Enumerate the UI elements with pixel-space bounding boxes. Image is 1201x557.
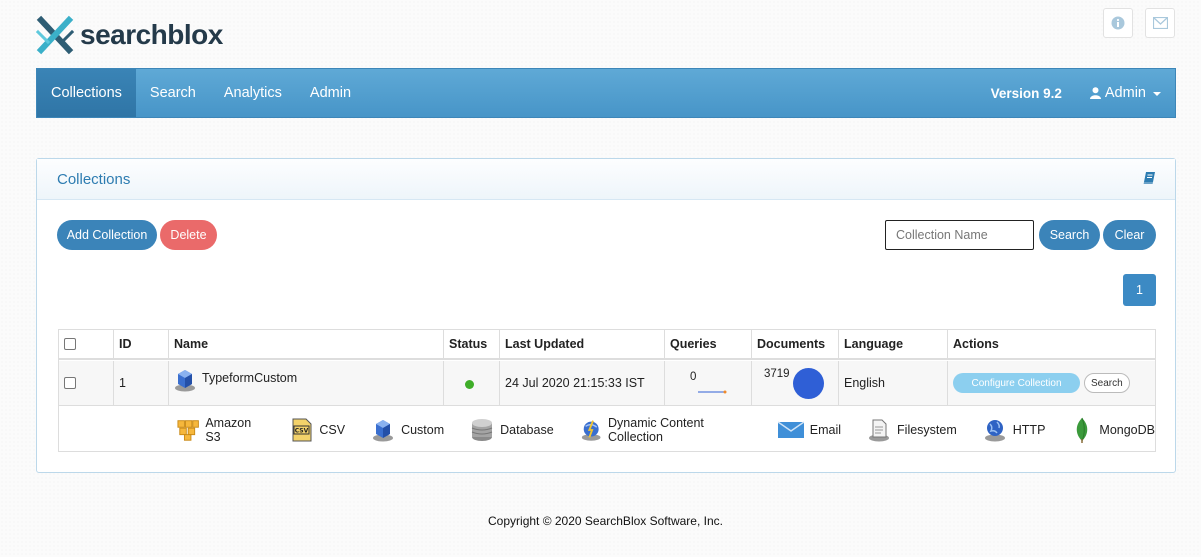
email-icon — [777, 420, 804, 438]
documents-pie — [792, 368, 824, 399]
col-language-header: Language — [839, 330, 948, 358]
col-last-updated-header: Last Updated — [500, 330, 665, 358]
filesystem-icon — [869, 419, 890, 441]
table-header-row: ID Name Status Last Updated Queries Docu… — [59, 330, 1155, 360]
svg-text:CSV: CSV — [295, 427, 309, 434]
row-search-button[interactable]: Search — [1084, 373, 1130, 393]
legend-item: MongoDB — [1071, 417, 1155, 443]
status-active-indicator — [465, 380, 474, 389]
col-id-header: ID — [114, 330, 169, 358]
book-icon[interactable] — [1143, 171, 1155, 187]
legend-label: Email — [809, 422, 842, 437]
clear-button[interactable]: Clear — [1103, 220, 1156, 250]
legend-label: MongoDB — [1099, 422, 1155, 437]
custom-icon — [373, 419, 394, 441]
legend-label: CSV — [319, 422, 346, 437]
legend-label: HTTP — [1012, 422, 1046, 437]
collections-panel: Collections Add Collection Delete Search… — [36, 158, 1176, 473]
search-button[interactable]: Search — [1039, 220, 1100, 250]
col-name-header: Name — [169, 330, 444, 358]
col-queries-header: Queries — [665, 330, 752, 358]
nav-analytics[interactable]: Analytics — [210, 69, 296, 117]
legend-label: Dynamic Content Collection — [608, 415, 704, 444]
mail-button[interactable] — [1145, 8, 1175, 38]
legend-item: Dynamic Content Collection — [580, 416, 752, 444]
select-all-cell — [59, 330, 114, 358]
main-navbar: Collections Search Analytics Admin Versi… — [36, 68, 1176, 118]
amazon-s3-icon — [177, 419, 199, 441]
panel-title: Collections — [57, 170, 131, 188]
nav-admin[interactable]: Admin — [296, 69, 365, 117]
col-status-header: Status — [444, 330, 500, 358]
row-queries: 0 — [690, 371, 697, 383]
mongodb-icon — [1077, 417, 1088, 443]
custom-collection-icon — [175, 370, 195, 392]
legend-label: Filesystem — [897, 422, 957, 437]
legend-item: HTTP — [983, 418, 1046, 442]
table-row: 1 TypeformCustom 24 Jul 2020 21:15:33 IS… — [59, 361, 1155, 406]
delete-button[interactable]: Delete — [160, 220, 217, 250]
add-collection-button[interactable]: Add Collection — [57, 220, 157, 250]
row-id: 1 — [114, 361, 169, 405]
row-last-updated: 24 Jul 2020 21:15:33 IST — [500, 361, 665, 405]
pagination-page-1[interactable]: 1 — [1123, 274, 1156, 306]
nav-collections[interactable]: Collections — [37, 69, 136, 117]
user-icon — [1089, 87, 1101, 99]
footer-copyright: Copyright © 2020 SearchBlox Software, In… — [488, 514, 723, 528]
dynamic-content-icon — [581, 419, 601, 441]
legend-label: Database — [500, 422, 554, 437]
legend-item: Custom — [371, 418, 444, 442]
collection-name-input[interactable] — [885, 220, 1034, 250]
row-language: English — [839, 361, 948, 405]
panel-header: Collections — [37, 159, 1175, 200]
database-icon — [471, 418, 493, 441]
legend-label: Custom — [401, 422, 445, 437]
legend-item: CSV CSV — [291, 418, 345, 442]
row-documents: 3719 — [764, 368, 790, 380]
col-actions-header: Actions — [953, 337, 999, 351]
logo[interactable]: searchblox — [36, 14, 223, 56]
user-name: Admin — [1104, 85, 1146, 101]
brand-name: searchblox — [80, 19, 223, 50]
select-all-checkbox[interactable] — [64, 338, 76, 350]
legend-item: Database — [470, 418, 554, 442]
nav-search[interactable]: Search — [136, 69, 210, 117]
http-icon — [984, 419, 1005, 441]
info-button[interactable] — [1103, 8, 1133, 38]
row-checkbox[interactable] — [64, 377, 76, 389]
version-label: Version 9.2 — [990, 85, 1062, 101]
csv-icon: CSV — [292, 418, 312, 441]
legend-item: Filesystem — [867, 418, 957, 442]
info-icon — [1111, 16, 1125, 30]
legend-item: Amazon S3 — [177, 416, 265, 444]
chevron-down-icon — [1153, 92, 1161, 96]
collection-type-legend: Amazon S3 CSV CSV Custom Database Dynami… — [59, 407, 1155, 452]
col-documents-header: Documents — [752, 330, 839, 358]
user-menu[interactable]: Admin — [1089, 85, 1161, 101]
queries-sparkline — [698, 390, 727, 394]
configure-collection-button[interactable]: Configure Collection — [953, 373, 1080, 393]
envelope-icon — [1152, 17, 1168, 29]
searchblox-logo-icon — [36, 15, 74, 55]
collections-table: ID Name Status Last Updated Queries Docu… — [58, 329, 1156, 452]
legend-item: Email — [777, 420, 842, 440]
collection-name-link[interactable]: TypeformCustom — [202, 371, 297, 385]
legend-label: Amazon S3 — [205, 415, 252, 444]
